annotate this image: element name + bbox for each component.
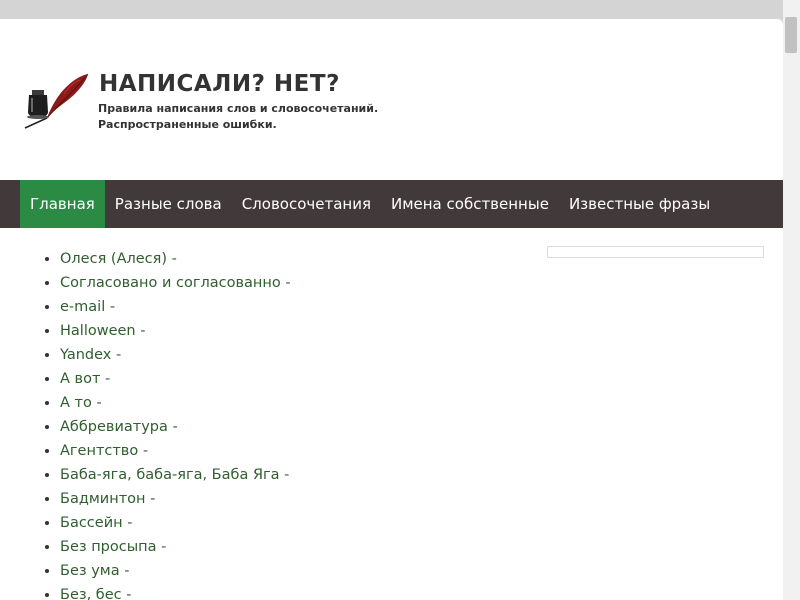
article-link[interactable]: А вот - [60, 371, 110, 387]
list-item: Halloween - [60, 319, 291, 343]
article-link[interactable]: Без, бес - [60, 587, 131, 600]
site-description-line2: Распространенные ошибки. [98, 118, 277, 131]
site-description-line1: Правила написания слов и словосочетаний. [98, 102, 379, 115]
site-header: НАПИСАЛИ? НЕТ? Правила написания слов и … [0, 19, 783, 180]
list-item: Бассейн - [60, 511, 291, 535]
list-item: Олеся (Алеся) - [60, 247, 291, 271]
nav-item-home[interactable]: Главная [20, 180, 105, 228]
article-link[interactable]: e-mail - [60, 299, 115, 315]
article-link[interactable]: Согласовано и согласованно - [60, 275, 291, 291]
article-link[interactable]: Агентство - [60, 443, 148, 459]
web-page: НАПИСАЛИ? НЕТ? Правила написания слов и … [0, 19, 783, 600]
article-list: Олеся (Алеся) - Согласовано и согласован… [60, 247, 291, 600]
nav-item-proper-names[interactable]: Имена собственные [381, 180, 559, 228]
article-link[interactable]: Бадминтон - [60, 491, 155, 507]
article-link[interactable]: Yandex - [60, 347, 121, 363]
article-link[interactable]: Олеся (Алеся) - [60, 251, 177, 267]
nav-item-various-words[interactable]: Разные слова [105, 180, 232, 228]
list-item: А то - [60, 391, 291, 415]
scrollbar-thumb[interactable] [785, 17, 797, 53]
site-description: Правила написания слов и словосочетаний.… [98, 101, 378, 133]
article-link[interactable]: Halloween - [60, 323, 145, 339]
vertical-scrollbar[interactable] [783, 0, 800, 600]
nav-item-famous-phrases[interactable]: Известные фразы [559, 180, 720, 228]
nav-item-word-combinations[interactable]: Словосочетания [232, 180, 381, 228]
list-item: Аббревиатура - [60, 415, 291, 439]
sidebar-widget [547, 246, 764, 258]
article-link[interactable]: Баба-яга, баба-яга, Баба Яга - [60, 467, 289, 483]
article-link[interactable]: Без просыпа - [60, 539, 166, 555]
article-link[interactable]: Аббревиатура - [60, 419, 178, 435]
list-item: Без, бес - [60, 583, 291, 600]
main-content: Олеся (Алеся) - Согласовано и согласован… [0, 228, 783, 600]
site-title[interactable]: НАПИСАЛИ? НЕТ? [99, 71, 340, 97]
list-item: Без просыпа - [60, 535, 291, 559]
list-item: Без ума - [60, 559, 291, 583]
browser-viewport: НАПИСАЛИ? НЕТ? Правила написания слов и … [0, 0, 800, 600]
nav-menu: Главная Разные слова Словосочетания Имен… [20, 180, 720, 228]
inkwell-quill-icon[interactable] [22, 72, 92, 130]
list-item: Yandex - [60, 343, 291, 367]
list-item: Баба-яга, баба-яга, Баба Яга - [60, 463, 291, 487]
list-item: Бадминтон - [60, 487, 291, 511]
list-item: А вот - [60, 367, 291, 391]
article-link[interactable]: А то - [60, 395, 102, 411]
article-link[interactable]: Без ума - [60, 563, 129, 579]
list-item: Согласовано и согласованно - [60, 271, 291, 295]
main-navigation: Главная Разные слова Словосочетания Имен… [0, 180, 783, 228]
list-item: Агентство - [60, 439, 291, 463]
list-item: e-mail - [60, 295, 291, 319]
article-link[interactable]: Бассейн - [60, 515, 132, 531]
